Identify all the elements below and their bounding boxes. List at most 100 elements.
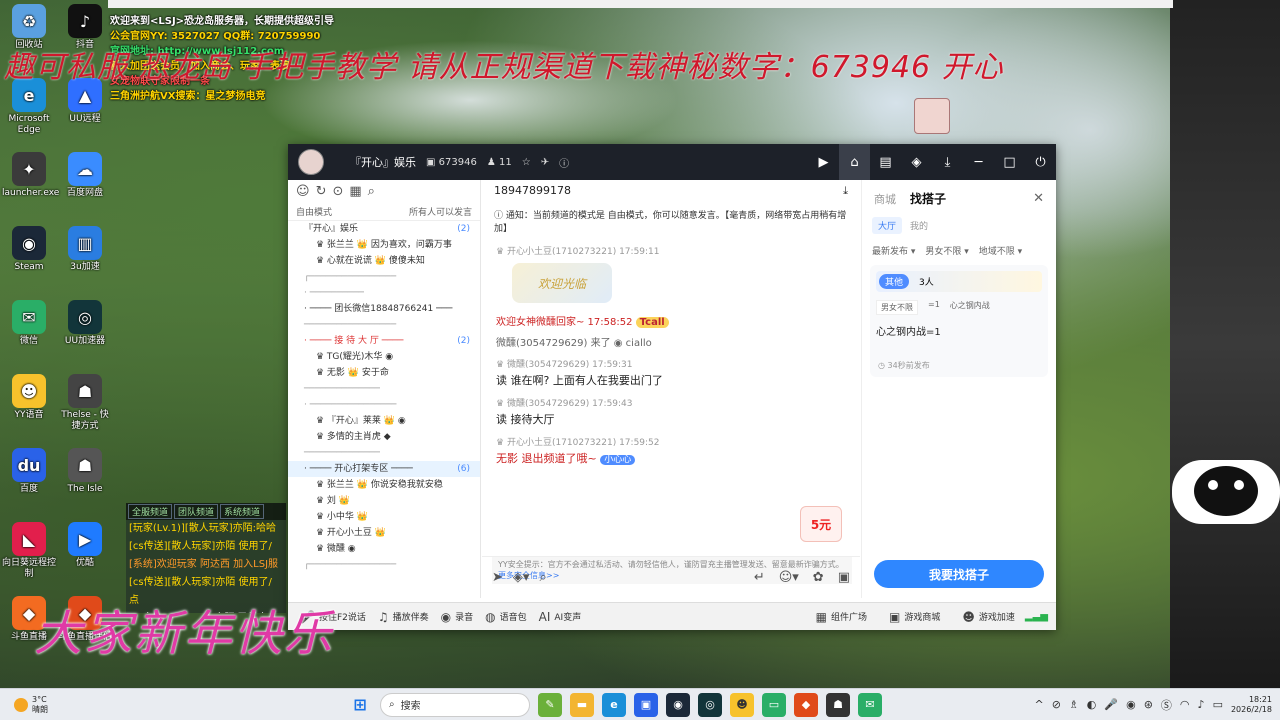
yy-icon[interactable]: ☻ [730,692,754,717]
volume-icon[interactable]: ♪ [1198,698,1205,711]
download-icon[interactable]: ⤓ [932,144,963,180]
clock[interactable]: 18:21 2026/2/18 [1231,695,1272,715]
filter-latest[interactable]: 最新发布 ▾ [872,244,915,257]
desktop-icon[interactable]: ✉ 微信 [2,300,56,347]
desktop-icon[interactable]: ◎ UU加速器 [58,300,112,347]
play-accompaniment[interactable]: ♫ 播放伴奏 [378,610,429,624]
share-icon[interactable]: ✈ [541,157,549,168]
tray-app-icon[interactable]: ⊘ [1052,698,1061,711]
tray-app-icon[interactable]: ⊛ [1144,698,1153,711]
channel-node[interactable]: · ──── 接 待 大 厅 ──── (2) [288,333,480,349]
power-button[interactable]: ⏻ [1025,144,1056,180]
info-icon[interactable]: ⓘ [559,155,569,170]
yy-voice-window[interactable]: 『开心』娱乐 ▣ 673946 ♟ 11 ☆ ✈ ⓘ ▶ ⌂ ▤ ◈ ⤓ ─ □… [288,144,1056,630]
channel-user[interactable]: ♛ 张兰兰 👑 你说安稳我就安稳 [288,477,480,493]
desktop-icon[interactable]: du 百度 [2,448,56,495]
desktop-icon[interactable]: ☻ YY语音 [2,374,56,421]
list-icon[interactable]: ▤ [870,144,901,180]
location-icon[interactable]: ⊙ [332,184,343,199]
video-icon[interactable]: ▶ [808,144,839,180]
home-icon[interactable]: ⌂ [839,144,870,180]
taskbar-search[interactable]: ⌕ 搜索 [380,692,530,717]
ai-voice-changer[interactable]: AI AI变声 [539,610,582,624]
desktop-icon[interactable]: ☁ 百度网盘 [58,152,112,199]
tray-app-icon[interactable]: ◉ [1126,698,1136,711]
tray-app-icon[interactable]: Ⓢ [1161,697,1172,713]
channel-node[interactable]: ───────────────── [288,317,480,333]
douyu-icon[interactable]: ◆ [794,692,818,717]
gift-5yuan[interactable]: 5元 [800,506,842,542]
uu-icon[interactable]: ◎ [698,692,722,717]
maximize-button[interactable]: □ [994,144,1025,180]
refresh-icon[interactable]: ↻ [316,184,327,199]
monitor-icon[interactable]: ▭ [762,692,786,717]
tab-system-channel[interactable]: 系统频道 [220,504,265,519]
channel-node[interactable]: ────────────── [288,381,480,397]
desktop-icon[interactable]: ☗ Thelse - 快捷方式 [58,374,112,432]
search-icon[interactable]: ⌕ [368,184,375,199]
game-mall[interactable]: ▣ 游戏商城 [889,610,940,624]
desktop-icon[interactable]: e Microsoft Edge [2,78,56,136]
tab-mall[interactable]: 商城 [874,191,896,207]
chevron-up-icon[interactable]: ^ [1034,698,1043,711]
send-arrow-icon[interactable]: ➤ [492,570,503,585]
windows-start-icon[interactable]: ⊞ [348,693,372,717]
channel-node[interactable]: · ──── 开心打架专区 ──── (6) [288,461,480,477]
desktop-icon[interactable]: ◉ Steam [2,226,56,273]
tab-team-channel[interactable]: 团队频道 [174,504,219,519]
screenshot-icon[interactable]: ⌕ [539,570,546,585]
channel-node[interactable]: ┌──────────────── [288,269,480,285]
gamepad-icon[interactable]: ◈▾ [513,570,530,585]
edge-icon[interactable]: e [602,692,626,717]
rose-icon[interactable]: ✿ [813,570,824,585]
enter-icon[interactable]: ↵ [754,570,765,585]
subtab-mine[interactable]: 我的 [910,219,928,232]
scroll-down-icon[interactable]: ⤓ [843,184,848,198]
tab-find-partner[interactable]: 找搭子 [910,190,946,207]
favorite-icon[interactable]: ☆ [522,157,531,168]
channel-node[interactable]: 『开心』娱乐 (2) [288,221,480,237]
channel-tree[interactable]: ☺ ↻ ⊙ ▦ ⌕ 自由模式 所有人可以发言 『开心』娱乐 (2) ♛ 张兰兰 👑 … [288,180,481,598]
widget-square[interactable]: ▦ 组件广场 [816,610,867,624]
store-app-icon[interactable]: ▣ [634,692,658,717]
channel-user[interactable]: ♛ 无影 👑 安于命 [288,365,480,381]
gift-icon[interactable]: ▣ [838,570,850,585]
tray-app-icon[interactable]: ♗ [1069,698,1079,711]
emoji-icon[interactable]: ☺▾ [779,570,799,585]
find-partner-button[interactable]: 我要找搭子 [874,560,1044,588]
channel-user[interactable]: ♛ TG(耀光)木华 ◉ [288,349,480,365]
channel-user[interactable]: ♛ 小中华 👑 [288,509,480,525]
channel-user[interactable]: ♛ 张兰兰 👑 因为喜欢，问霸万事 [288,237,480,253]
channel-user[interactable]: ♛ 微醺 ◉ [288,541,480,557]
channel-node[interactable]: · ────────── [288,285,480,301]
tab-global-channel[interactable]: 全服频道 [128,504,173,519]
channel-node[interactable]: · ──── 团长微信18848766241 ─── [288,301,480,317]
tray-mic-icon[interactable]: 🎤 [1104,698,1118,711]
partner-panel[interactable]: 商城 找搭子 ✕ 大厅 我的 最新发布 ▾ 男女不限 ▾ 地域不限 ▾ 其他 3… [861,180,1056,598]
filter-gender[interactable]: 男女不限 ▾ [925,244,968,257]
desktop-icon[interactable]: ✦ launcher.exe [2,152,59,199]
record-button[interactable]: ◉ 录音 [441,610,474,624]
channel-user[interactable]: ♛ 开心小土豆 👑 [288,525,480,541]
subtab-hall[interactable]: 大厅 [872,217,903,234]
user-icon[interactable]: ☺ [296,184,310,199]
desktop-icon[interactable]: ▶ 优酷 [58,522,112,569]
desktop-icon[interactable]: ▥ 3u加速 [58,226,112,273]
game-boost[interactable]: ☻ 游戏加速 [962,610,1015,624]
desktop-icon[interactable]: ◣ 向日葵远程控制 [2,522,56,580]
yy-titlebar[interactable]: 『开心』娱乐 ▣ 673946 ♟ 11 ☆ ✈ ⓘ ▶ ⌂ ▤ ◈ ⤓ ─ □… [288,144,1056,180]
channel-avatar[interactable] [298,149,324,175]
filter-region[interactable]: 地域不限 ▾ [979,244,1022,257]
channel-user[interactable]: ♛ 『开心』莱莱 👑 ◉ [288,413,480,429]
desktop-icon[interactable]: ☗ The Isle [58,448,112,495]
channel-node[interactable]: ────────────── [288,445,480,461]
wechat-icon[interactable]: ✉ [858,692,882,717]
close-icon[interactable]: ✕ [1033,191,1044,206]
channel-node[interactable]: ┌──────────────── [288,557,480,573]
grid-icon[interactable]: ▦ [349,184,361,199]
channel-user[interactable]: ♛ 刘 👑 [288,493,480,509]
gamepad-icon[interactable]: ◈ [901,144,932,180]
voice-pack-button[interactable]: ◍ 语音包 [485,610,527,624]
minimize-button[interactable]: ─ [963,144,994,180]
wifi-icon[interactable]: ◠ [1180,698,1190,711]
